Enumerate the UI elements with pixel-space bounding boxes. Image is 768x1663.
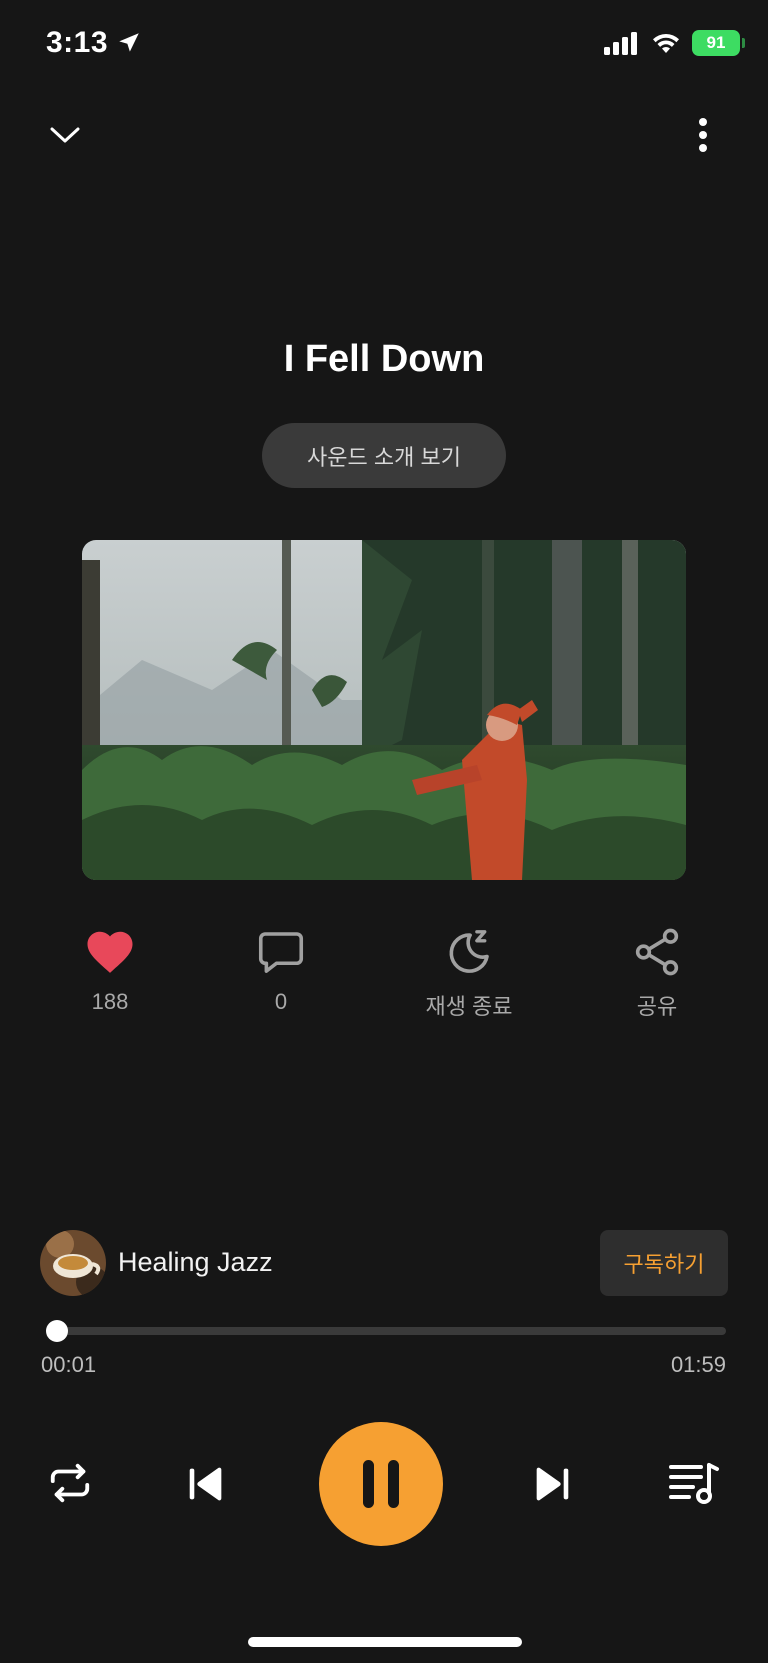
battery-level: 91 [706, 33, 726, 52]
more-options-button[interactable] [683, 115, 723, 155]
repeat-icon [50, 1463, 90, 1503]
skip-previous-icon [189, 1467, 222, 1501]
playlist-icon [669, 1463, 719, 1504]
collapse-button[interactable] [45, 115, 85, 155]
track-title: I Fell Down [283, 338, 485, 380]
channel-avatar[interactable] [40, 1230, 106, 1296]
sleep-timer-button[interactable]: 재생 종료 [389, 925, 549, 1021]
current-time: 00:01 [41, 1352, 97, 1377]
progress-handle[interactable] [46, 1320, 69, 1342]
sleep-timer-label: 재생 종료 [425, 994, 513, 1019]
comment-button[interactable]: 0 [201, 925, 361, 1015]
player-screen: 3:13 91 I Fell Down 사운드 소개 보기 188 0 재생 종… [0, 0, 768, 1663]
pause-button[interactable] [319, 1422, 443, 1546]
channel-row: Healing Jazz 구독하기 [40, 1230, 728, 1296]
coffee-cup-avatar-icon [40, 1230, 106, 1296]
location-arrow-icon [119, 33, 139, 52]
total-duration: 01:59 [670, 1352, 726, 1377]
previous-track-button[interactable] [183, 1460, 229, 1508]
moon-sleep-icon [449, 930, 489, 973]
heart-icon [87, 931, 133, 973]
battery-indicator: 91 [692, 30, 745, 56]
sound-intro-button[interactable]: 사운드 소개 보기 [262, 423, 506, 488]
home-indicator[interactable] [248, 1637, 522, 1647]
action-row: 188 0 재생 종료 공유 [0, 925, 768, 1035]
channel-name[interactable]: Healing Jazz [118, 1247, 273, 1278]
next-track-button[interactable] [528, 1460, 576, 1508]
like-count: 188 [91, 989, 129, 1014]
share-button[interactable]: 공유 [577, 925, 737, 1021]
progress-bar[interactable] [46, 1320, 726, 1342]
comment-icon [258, 932, 304, 973]
skip-next-icon [536, 1467, 569, 1501]
playlist-button[interactable] [666, 1457, 722, 1509]
signal-icon [604, 32, 637, 55]
status-time-text: 3:13 [46, 26, 109, 59]
like-button[interactable]: 188 [30, 925, 190, 1015]
wifi-icon [653, 33, 679, 53]
more-vertical-icon [699, 118, 707, 152]
subscribe-button[interactable]: 구독하기 [600, 1230, 728, 1296]
comment-count: 0 [274, 989, 288, 1014]
repeat-button[interactable] [44, 1457, 96, 1509]
pause-icon [363, 1460, 399, 1508]
chevron-down-icon [50, 127, 80, 143]
forest-photo [82, 540, 686, 880]
status-indicators: 91 [604, 30, 745, 56]
status-time: 3:13 [46, 26, 142, 60]
share-label: 공유 [636, 994, 678, 1019]
share-icon [635, 928, 679, 976]
track-artwork [82, 540, 686, 880]
